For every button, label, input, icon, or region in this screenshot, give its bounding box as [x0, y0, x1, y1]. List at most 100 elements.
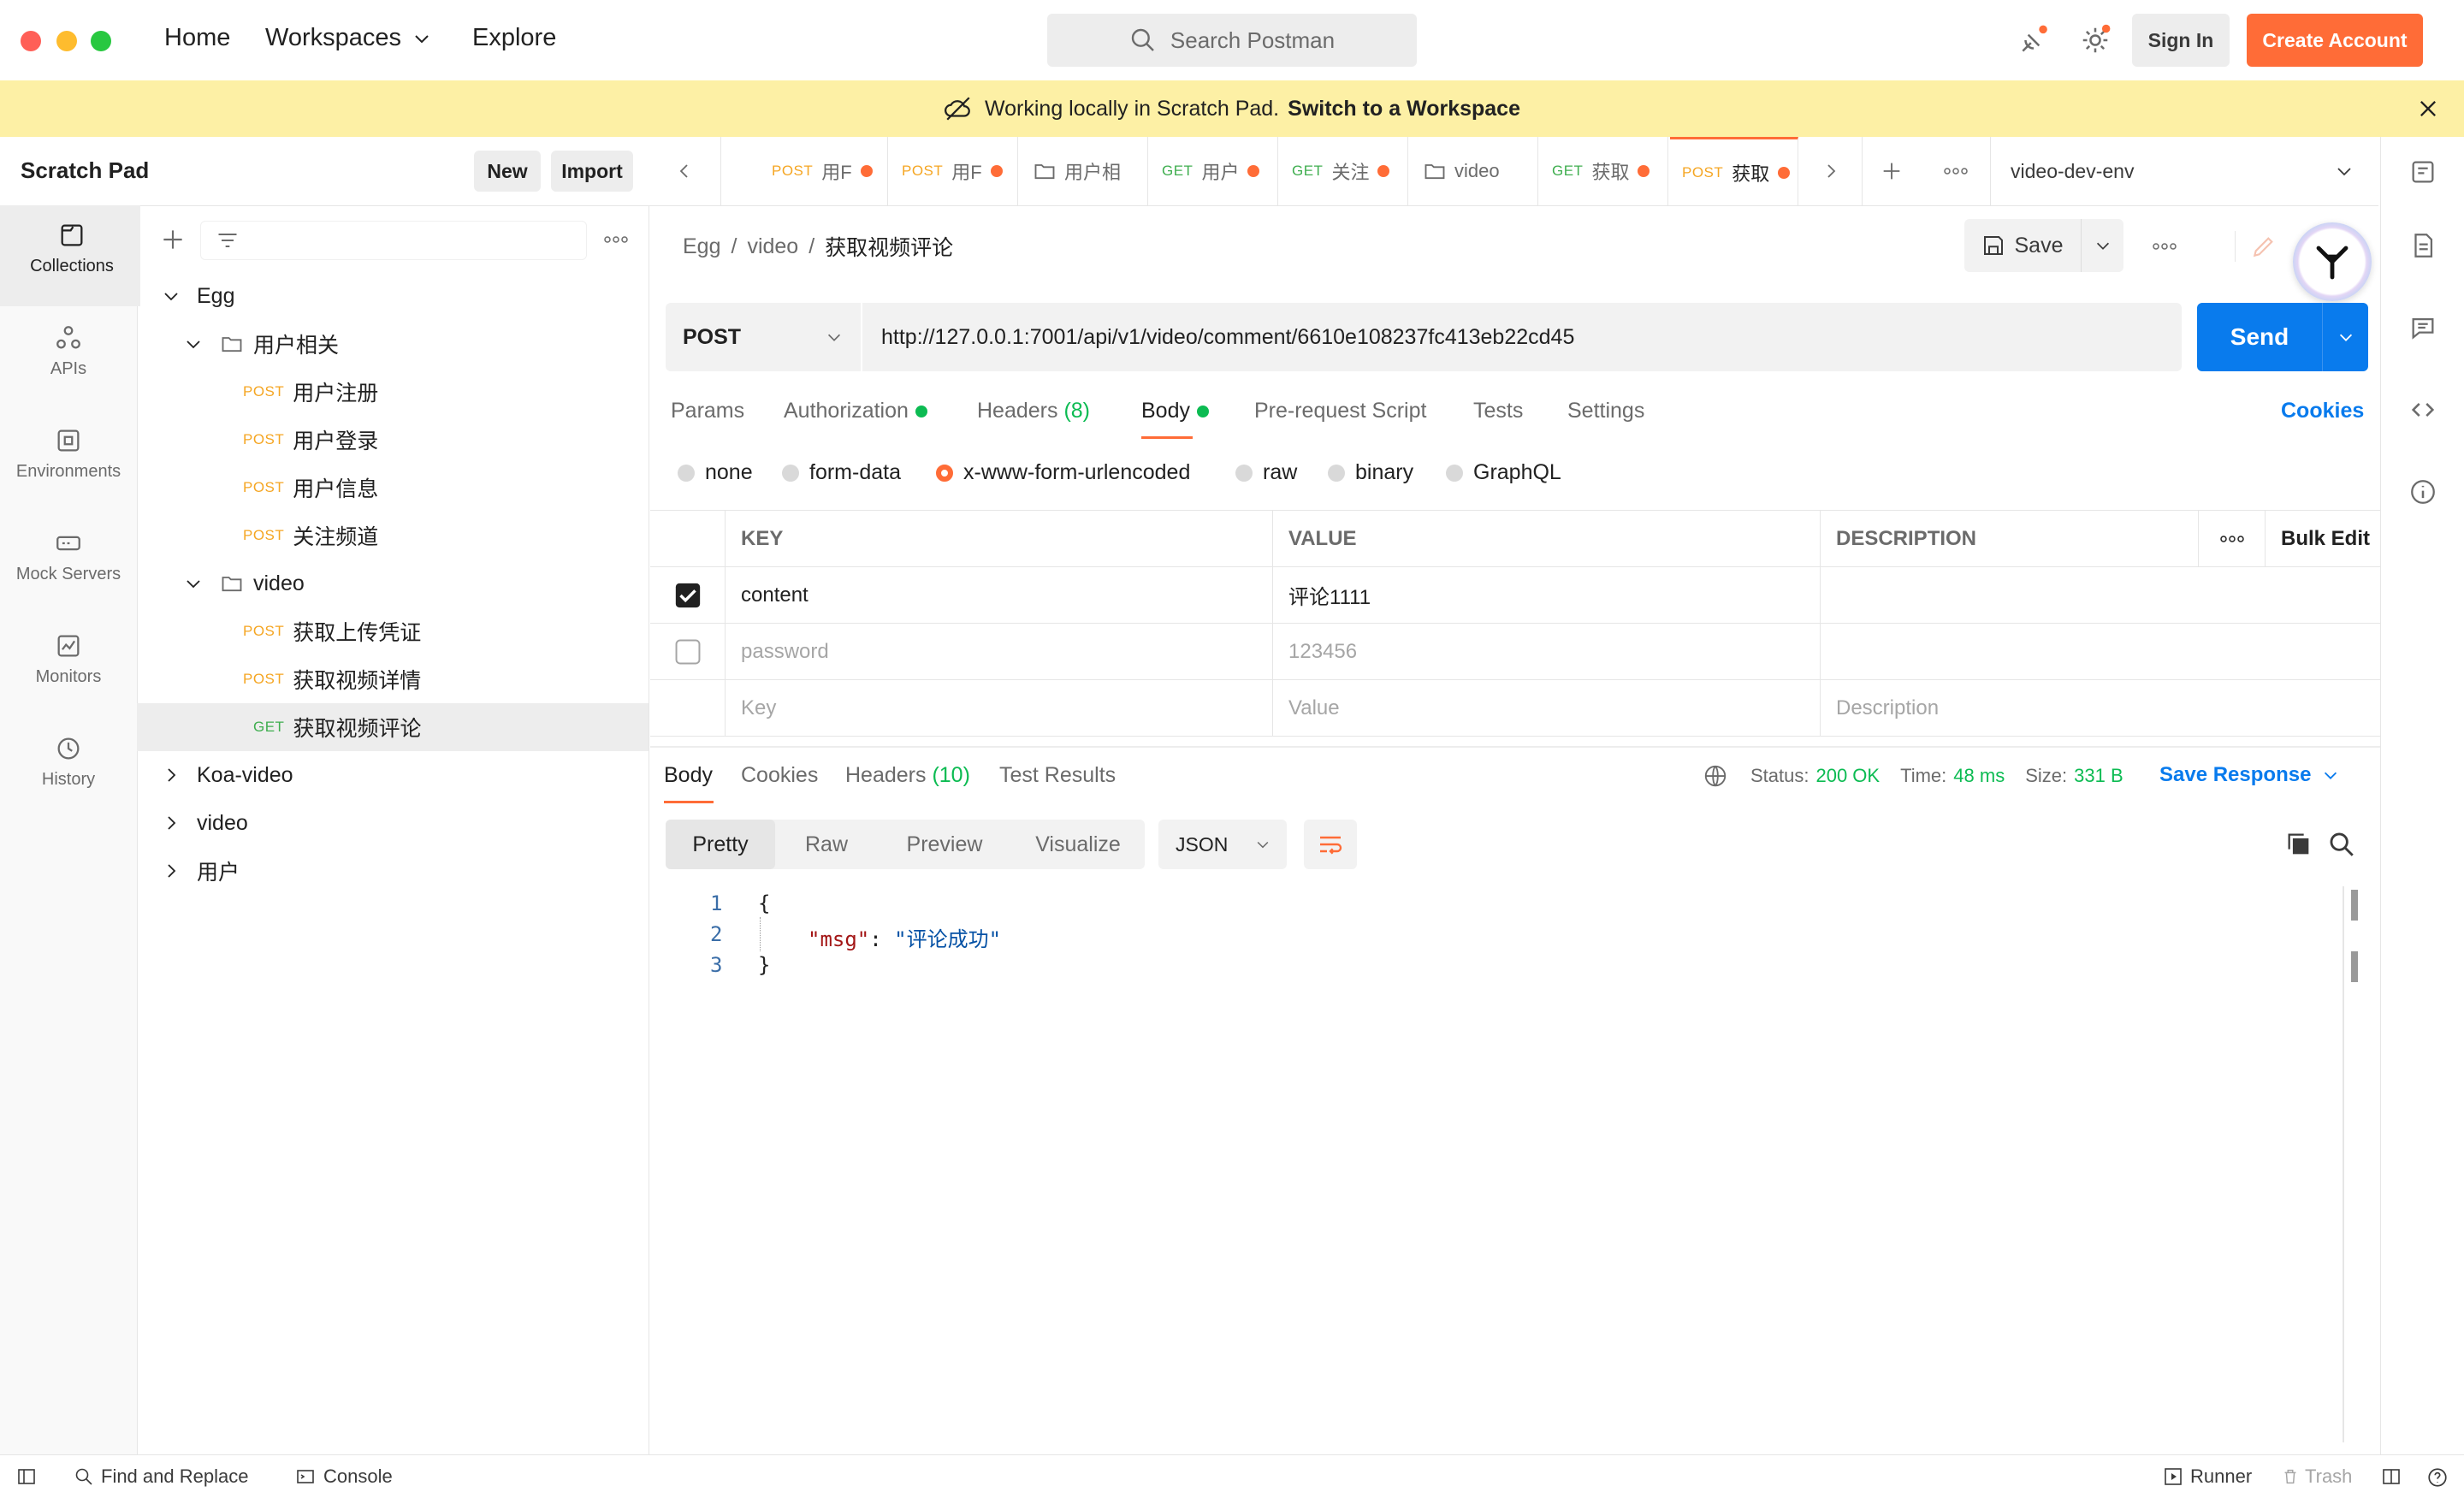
nav-workspaces[interactable]: Workspaces [265, 24, 432, 52]
filter-input[interactable] [200, 221, 587, 260]
find-replace-button[interactable]: Find and Replace [74, 1465, 248, 1488]
row-value[interactable]: 123456 [1273, 624, 1821, 680]
close-icon[interactable] [2416, 97, 2440, 121]
environment-quicklook-icon[interactable] [2408, 157, 2437, 187]
close-window-button[interactable] [21, 31, 41, 51]
rail-environments[interactable]: Environments [0, 411, 137, 505]
new-key-input[interactable]: Key [726, 680, 1273, 737]
tab-options-button[interactable] [1922, 137, 1991, 205]
row-checkbox[interactable] [650, 624, 726, 680]
response-tab-cookies[interactable]: Cookies [741, 763, 818, 788]
tab-headers[interactable]: Headers (8) [977, 399, 1090, 423]
minimize-window-button[interactable] [56, 31, 77, 51]
tab-tests[interactable]: Tests [1473, 399, 1523, 423]
breadcrumb-item[interactable]: video [747, 234, 798, 259]
documentation-icon[interactable] [2408, 231, 2437, 260]
search-input[interactable]: Search Postman [1047, 14, 1417, 67]
send-button[interactable]: Send [2197, 303, 2322, 371]
globe-icon[interactable] [1703, 763, 1728, 789]
tree-request[interactable]: POST 获取上传凭证 [137, 607, 649, 655]
more-options-icon[interactable] [602, 231, 630, 248]
request-tab[interactable]: GET 获取 [1540, 137, 1668, 205]
tree-folder-user[interactable]: 用户相关 [137, 320, 649, 368]
environment-selector[interactable]: video-dev-env [1992, 137, 2368, 205]
search-icon[interactable] [2327, 830, 2356, 859]
tab-scroll-left[interactable] [649, 137, 721, 205]
view-pretty[interactable]: Pretty [666, 820, 775, 869]
two-pane-view-icon[interactable] [2380, 1466, 2402, 1487]
tree-folder-video[interactable]: video [137, 560, 649, 607]
time-value[interactable]: 48 ms [1953, 765, 2005, 787]
tree-collection-egg[interactable]: Egg [137, 272, 649, 320]
tree-request[interactable]: POST 关注频道 [137, 512, 649, 560]
save-response-button[interactable]: Save Response [2159, 763, 2340, 787]
table-options-button[interactable] [2199, 511, 2266, 567]
folder-tab[interactable]: video [1410, 137, 1538, 205]
edit-pencil-icon[interactable] [2250, 233, 2277, 260]
toggle-sidebar-icon[interactable] [15, 1466, 38, 1487]
tree-request[interactable]: POST 用户登录 [137, 416, 649, 464]
tab-body[interactable]: Body [1141, 399, 1209, 439]
url-input[interactable]: http://127.0.0.1:7001/api/v1/video/comme… [862, 303, 2182, 371]
body-type-form-data[interactable]: form-data [782, 460, 901, 485]
switch-workspace-link[interactable]: Switch to a Workspace [1288, 97, 1520, 121]
request-tab[interactable]: GET 用户 [1150, 137, 1278, 205]
folder-tab[interactable]: 用户相 [1020, 137, 1148, 205]
help-icon[interactable] [2426, 1466, 2449, 1489]
rail-apis[interactable]: APIs [0, 308, 137, 402]
request-tab[interactable]: POST 用F [760, 137, 888, 205]
nav-home[interactable]: Home [164, 24, 230, 52]
response-tab-test-results[interactable]: Test Results [999, 763, 1116, 788]
new-value-input[interactable]: Value [1273, 680, 1821, 737]
tab-authorization[interactable]: Authorization [784, 399, 927, 423]
tab-prerequest-script[interactable]: Pre-request Script [1254, 399, 1426, 423]
runner-button[interactable]: Runner [2163, 1465, 2252, 1488]
tree-collection[interactable]: 用户 [137, 847, 649, 895]
satellite-icon[interactable] [2017, 24, 2050, 62]
tree-collection[interactable]: Koa-video [137, 751, 649, 799]
body-type-none[interactable]: none [678, 460, 753, 485]
settings-gear-icon[interactable] [2079, 24, 2112, 62]
response-tab-body[interactable]: Body [664, 763, 714, 803]
body-type-raw[interactable]: raw [1235, 460, 1297, 485]
tree-collection[interactable]: video [137, 799, 649, 847]
tab-settings[interactable]: Settings [1567, 399, 1644, 423]
rail-collections[interactable]: Collections [0, 205, 140, 306]
info-icon[interactable] [2408, 477, 2437, 506]
request-tab[interactable]: POST 用F [890, 137, 1018, 205]
nav-explore[interactable]: Explore [472, 24, 556, 52]
rail-monitors[interactable]: Monitors [0, 616, 137, 710]
new-button[interactable]: New [474, 151, 541, 192]
copy-icon[interactable] [2284, 830, 2313, 859]
save-dropdown[interactable] [2081, 219, 2124, 272]
rail-history[interactable]: History [0, 719, 137, 813]
save-button[interactable]: Save [1964, 219, 2079, 272]
body-type-binary[interactable]: binary [1328, 460, 1413, 485]
row-description[interactable] [1821, 624, 2380, 680]
body-type-urlencoded[interactable]: x-www-form-urlencoded [936, 460, 1190, 485]
new-description-input[interactable]: Description [1821, 680, 2380, 737]
maximize-window-button[interactable] [91, 31, 111, 51]
assistant-avatar[interactable] [2293, 222, 2372, 301]
row-key[interactable]: content [726, 567, 1273, 624]
view-preview[interactable]: Preview [878, 820, 1011, 869]
trash-button[interactable]: Trash [2281, 1465, 2352, 1488]
wrap-lines-button[interactable] [1304, 820, 1357, 869]
create-account-button[interactable]: Create Account [2247, 14, 2423, 67]
tab-scroll-right[interactable] [1800, 137, 1863, 205]
row-key[interactable]: password [726, 624, 1273, 680]
request-tab[interactable]: GET 关注 [1280, 137, 1408, 205]
view-visualize[interactable]: Visualize [1011, 820, 1145, 869]
comments-icon[interactable] [2408, 313, 2437, 342]
status-value[interactable]: 200 OK [1815, 765, 1880, 787]
send-dropdown[interactable] [2322, 303, 2369, 371]
bulk-edit-button[interactable]: Bulk Edit [2266, 511, 2380, 567]
request-tab-active[interactable]: POST 获取 [1670, 137, 1798, 205]
tab-params[interactable]: Params [671, 399, 744, 423]
new-tab-button[interactable] [1862, 137, 1922, 205]
breadcrumb-item[interactable]: Egg [683, 234, 720, 259]
editor-scrollbar-thumb[interactable] [2351, 890, 2358, 921]
size-value[interactable]: 331 B [2074, 765, 2123, 787]
cookies-link[interactable]: Cookies [2281, 399, 2364, 423]
console-button[interactable]: Console [294, 1465, 393, 1488]
